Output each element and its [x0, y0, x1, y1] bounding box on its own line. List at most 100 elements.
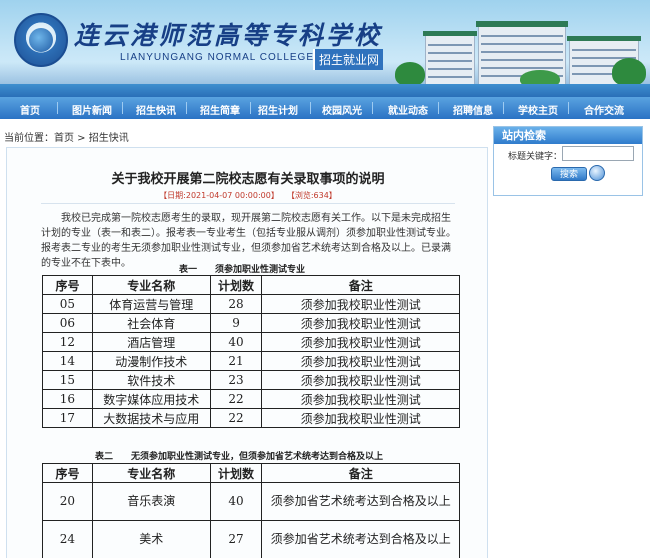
nav-admission-news[interactable]: 招生快讯	[136, 102, 176, 117]
article-views: 【浏览:634】	[290, 191, 337, 200]
table1-row-cell: 06	[42, 313, 93, 333]
article-title: 关于我校开展第二院校志愿有关录取事项的说明	[111, 172, 385, 187]
table2-row-cell: 40	[209, 482, 263, 521]
table1-row-cell: 大数据技术与应用	[91, 408, 211, 428]
tree	[395, 62, 425, 86]
table1-header-cell: 计划数	[209, 275, 263, 295]
table1-row-cell: 酒店管理	[91, 332, 211, 352]
table1-row: 06 社会体育 9 须参加我校职业性测试	[42, 313, 460, 333]
table2-header-cell: 计划数	[209, 463, 263, 483]
site-name: 招生就业网	[313, 49, 384, 70]
article-meta: 【日期:2021-04-07 00:00:00】 【浏览:634】	[7, 190, 489, 201]
table1-row-cell: 22	[209, 408, 263, 428]
table1-row-cell: 17	[42, 408, 93, 428]
search-button[interactable]: 搜索	[551, 167, 587, 181]
nav-separator	[372, 102, 373, 114]
building-roof	[423, 31, 477, 36]
table2-header-cell: 序号	[42, 463, 93, 483]
table2-row-cell: 27	[209, 520, 263, 558]
table1-row-cell: 15	[42, 370, 93, 390]
banner-bottom-band	[0, 84, 650, 97]
table1-row-cell: 软件技术	[91, 370, 211, 390]
article-date: 【日期:2021-04-07 00:00:00】	[159, 191, 279, 200]
table1-row-cell: 须参加我校职业性测试	[261, 294, 460, 314]
table1-row-cell: 须参加我校职业性测试	[261, 370, 460, 390]
nav-separator	[503, 102, 504, 114]
table1-header-row: 序号 专业名称 计划数 备注	[42, 275, 460, 295]
breadcrumb-home-link[interactable]: 首页	[54, 133, 74, 144]
tree	[612, 58, 646, 86]
breadcrumb-prefix: 当前位置：	[4, 133, 54, 144]
table1: 序号 专业名称 计划数 备注 05 体育运营与管理 28 须参加我校职业性测试 06 社会…	[42, 275, 460, 428]
table2-row-cell: 24	[42, 520, 93, 558]
table2-row-cell: 音乐表演	[91, 482, 211, 521]
table1-row-cell: 须参加我校职业性测试	[261, 351, 460, 371]
table1-row-cell: 社会体育	[91, 313, 211, 333]
table1-row-cell: 须参加我校职业性测试	[261, 408, 460, 428]
site-search-title: 站内检索	[494, 127, 642, 144]
nav-separator	[310, 102, 311, 114]
table1-header-cell: 序号	[42, 275, 93, 295]
nav-job-info[interactable]: 招聘信息	[453, 102, 493, 117]
table1-row-cell: 22	[209, 389, 263, 409]
search-icon[interactable]	[589, 165, 605, 181]
table2-row-cell: 20	[42, 482, 93, 521]
table2-row: 20 音乐表演 40 须参加省艺术统考达到合格及以上	[42, 482, 460, 521]
school-logo[interactable]	[14, 13, 68, 67]
table1-row-cell: 40	[209, 332, 263, 352]
nav-cooperation[interactable]: 合作交流	[584, 102, 624, 117]
campus-building-left	[425, 35, 475, 85]
table2-row-cell: 须参加省艺术统考达到合格及以上	[261, 520, 460, 558]
breadcrumb-current-link[interactable]: 招生快讯	[89, 133, 129, 144]
table1-row: 17 大数据技术与应用 22 须参加我校职业性测试	[42, 408, 460, 428]
nav-separator	[250, 102, 251, 114]
table1-row-cell: 数字媒体应用技术	[91, 389, 211, 409]
nav-photo-news[interactable]: 图片新闻	[72, 102, 112, 117]
table1-row-cell: 14	[42, 351, 93, 371]
table1-row-cell: 05	[42, 294, 93, 314]
article-panel: 关于我校开展第二院校志愿有关录取事项的说明 【日期:2021-04-07 00:…	[6, 147, 488, 558]
table1-row: 16 数字媒体应用技术 22 须参加我校职业性测试	[42, 389, 460, 409]
table1-row-cell: 动漫制作技术	[91, 351, 211, 371]
school-name-en: LIANYUNGANG NORMAL COLLEGE	[120, 52, 315, 63]
school-name-cn: 连云港师范高等专科学校	[74, 21, 383, 50]
breadcrumb-separator: >	[74, 133, 89, 144]
logo-emblem-icon	[29, 28, 53, 52]
table1-row-cell: 28	[209, 294, 263, 314]
nav-separator	[568, 102, 569, 114]
nav-admission-brochure[interactable]: 招生简章	[200, 102, 240, 117]
table1-row-cell: 须参加我校职业性测试	[261, 313, 460, 333]
table1-row: 12 酒店管理 40 须参加我校职业性测试	[42, 332, 460, 352]
nav-campus-view[interactable]: 校园风光	[322, 102, 362, 117]
table2-row-cell: 美术	[91, 520, 211, 558]
table2-row-cell: 须参加省艺术统考达到合格及以上	[261, 482, 460, 521]
breadcrumb: 当前位置：首页 > 招生快讯	[4, 129, 129, 144]
keyword-input[interactable]	[562, 146, 634, 161]
table2: 序号 专业名称 计划数 备注 20 音乐表演 40 须参加省艺术统考达到合格及以上 24…	[42, 463, 460, 558]
table1-row-cell: 23	[209, 370, 263, 390]
table2-caption: 表二 无须参加职业性测试专业，但须参加省艺术统考达到合格及以上	[95, 452, 384, 462]
table2-header-row: 序号 专业名称 计划数 备注	[42, 463, 460, 483]
table1-row-cell: 9	[209, 313, 263, 333]
table1-row: 05 体育运营与管理 28 须参加我校职业性测试	[42, 294, 460, 314]
nav-admission-plan[interactable]: 招生计划	[258, 102, 298, 117]
table2-row: 24 美术 27 须参加省艺术统考达到合格及以上	[42, 520, 460, 558]
nav-school-home[interactable]: 学校主页	[518, 102, 558, 117]
table1-caption: 表一 须参加职业性测试专业	[179, 265, 306, 275]
header-banner: 连云港师范高等专科学校 LIANYUNGANG NORMAL COLLEGE 招…	[0, 0, 650, 97]
table1-row-cell: 21	[209, 351, 263, 371]
keyword-label: 标题关键字：	[508, 152, 563, 162]
table1-row-cell: 16	[42, 389, 93, 409]
building-roof	[567, 36, 641, 41]
table1-row: 15 软件技术 23 须参加我校职业性测试	[42, 370, 460, 390]
nav-employment-news[interactable]: 就业动态	[388, 102, 428, 117]
nav-home[interactable]: 首页	[20, 102, 40, 117]
table1-header-cell: 专业名称	[91, 275, 211, 295]
table1-row-cell: 体育运营与管理	[91, 294, 211, 314]
nav-separator	[122, 102, 123, 114]
nav-separator	[186, 102, 187, 114]
site-search-panel: 站内检索 标题关键字： 搜索	[493, 126, 643, 196]
table1-row: 14 动漫制作技术 21 须参加我校职业性测试	[42, 351, 460, 371]
table1-header-cell: 备注	[261, 275, 460, 295]
table1-row-cell: 须参加我校职业性测试	[261, 389, 460, 409]
